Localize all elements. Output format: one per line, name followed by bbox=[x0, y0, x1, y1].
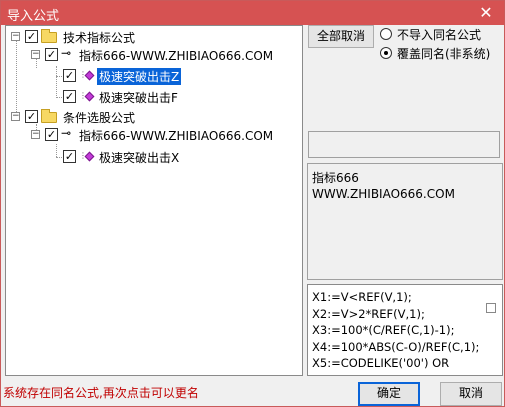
radio-overwrite[interactable] bbox=[380, 47, 392, 59]
scroll-box-icon[interactable] bbox=[486, 303, 496, 313]
radio-overwrite-label[interactable]: 覆盖同名(非系统) bbox=[397, 45, 490, 62]
formula-checkbox[interactable]: ✓ bbox=[45, 128, 58, 141]
collapse-icon[interactable]: − bbox=[31, 50, 40, 59]
tree-item[interactable]: ✓ ⋮ 极速突破出击F bbox=[6, 88, 302, 106]
code-line: X1:=V<REF(V,1); bbox=[312, 290, 412, 304]
collapse-icon[interactable]: − bbox=[11, 32, 20, 41]
formula-description: 指标666 WWW.ZHIBIAO666.COM bbox=[307, 163, 503, 280]
formula-label: 指标666-WWW.ZHIBIAO666.COM bbox=[79, 49, 274, 63]
key-icon: ⊸ bbox=[61, 46, 72, 60]
collapse-icon[interactable]: − bbox=[11, 112, 20, 121]
status-message: 系统存在同名公式,再次点击可以更名 bbox=[3, 386, 199, 400]
import-formula-dialog: 导入公式 ✕ − ✓ 技术指标公式 − ✓ ⊸ 指标666-WWW.ZHIBIA… bbox=[0, 0, 505, 407]
radio-no-import-label[interactable]: 不导入同名公式 bbox=[397, 26, 481, 43]
item-checkbox[interactable]: ✓ bbox=[63, 150, 76, 163]
code-line: X5:=CODELIKE('00') OR bbox=[312, 356, 450, 370]
description-line: WWW.ZHIBIAO666.COM bbox=[312, 187, 455, 201]
folder-icon bbox=[41, 109, 57, 123]
tree-formula-node[interactable]: − ✓ ⊸ 指标666-WWW.ZHIBIAO666.COM bbox=[6, 126, 302, 144]
item-label: 极速突破出击X bbox=[99, 151, 180, 165]
ok-button[interactable]: 确定 bbox=[358, 382, 420, 406]
code-line: X2:=V>2*REF(V,1); bbox=[312, 306, 425, 321]
tree-formula-node[interactable]: − ✓ ⊸ 指标666-WWW.ZHIBIAO666.COM bbox=[6, 46, 302, 64]
dialog-title: 导入公式 bbox=[7, 9, 60, 24]
formula-checkbox[interactable]: ✓ bbox=[45, 48, 58, 61]
info-box bbox=[308, 131, 500, 158]
tree-group-tech-indicators[interactable]: − ✓ 技术指标公式 bbox=[6, 28, 302, 46]
radio-no-import[interactable] bbox=[380, 28, 392, 40]
item-checkbox[interactable]: ✓ bbox=[63, 90, 76, 103]
folder-icon bbox=[41, 29, 57, 43]
group-label: 条件选股公式 bbox=[63, 111, 136, 125]
tree-group-stock-screening[interactable]: − ✓ 条件选股公式 bbox=[6, 108, 302, 126]
tree-item[interactable]: ✓ ⋮ 极速突破出击X bbox=[6, 148, 302, 166]
collapse-icon[interactable]: − bbox=[31, 130, 40, 139]
code-line: X4:=100*ABS(C-O)/REF(C,1); bbox=[312, 339, 480, 354]
code-line: X3:=100*(C/REF(C,1)-1); bbox=[312, 323, 455, 337]
title-bar: 导入公式 ✕ bbox=[1, 1, 504, 25]
group-label: 技术指标公式 bbox=[63, 31, 136, 45]
close-icon[interactable]: ✕ bbox=[472, 1, 500, 25]
group-checkbox[interactable]: ✓ bbox=[25, 30, 38, 43]
key-icon: ⊸ bbox=[61, 126, 72, 140]
item-label: 极速突破出击F bbox=[99, 91, 178, 105]
formula-tree[interactable]: − ✓ 技术指标公式 − ✓ ⊸ 指标666-WWW.ZHIBIAO666.CO… bbox=[5, 25, 303, 376]
formula-label: 指标666-WWW.ZHIBIAO666.COM bbox=[79, 129, 274, 143]
formula-code-view[interactable]: X1:=V<REF(V,1); X2:=V>2*REF(V,1); X3:=10… bbox=[307, 284, 503, 376]
group-checkbox[interactable]: ✓ bbox=[25, 110, 38, 123]
cancel-all-button[interactable]: 全部取消 bbox=[308, 25, 374, 48]
tree-item[interactable]: ✓ ⋮ 极速突破出击Z bbox=[6, 67, 302, 85]
item-checkbox[interactable]: ✓ bbox=[63, 69, 76, 82]
cancel-button[interactable]: 取消 bbox=[440, 382, 502, 406]
description-line: 指标666 bbox=[312, 171, 359, 185]
item-label: 极速突破出击Z bbox=[97, 68, 182, 85]
